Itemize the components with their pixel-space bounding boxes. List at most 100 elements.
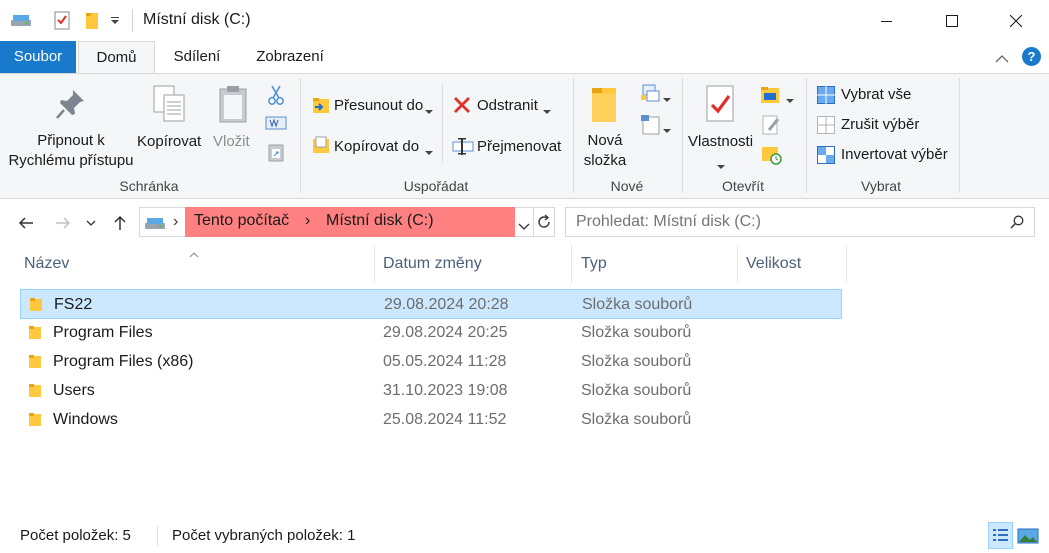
folder-icon xyxy=(28,383,42,398)
window-title: Místní disk (C:) xyxy=(143,11,251,28)
details-view-icon xyxy=(993,529,1008,541)
file-type: Složka souborů xyxy=(581,324,692,341)
breadcrumb-root-separator[interactable]: › xyxy=(173,213,178,231)
close-button[interactable] xyxy=(993,0,1039,41)
select-all-button[interactable]: Vybrat vše xyxy=(841,86,911,103)
paste-shortcut-icon[interactable] xyxy=(268,142,284,166)
new-folder-icon xyxy=(589,84,619,128)
navigation-bar: › Tento počítač › Místní disk (C:) xyxy=(0,199,1049,245)
folder-icon xyxy=(28,354,42,369)
easy-access-icon[interactable] xyxy=(640,114,662,140)
file-row-windows[interactable]: Windows 25.08.2024 11:52 Složka souborů xyxy=(20,405,842,435)
open-dropdown-icon[interactable] xyxy=(786,92,794,109)
cut-icon[interactable] xyxy=(266,84,286,110)
search-box[interactable] xyxy=(565,207,1035,237)
delete-button[interactable]: Odstranit xyxy=(477,97,538,114)
file-date: 05.05.2024 11:28 xyxy=(383,353,507,370)
move-to-icon xyxy=(311,96,331,118)
delete-dropdown-icon[interactable] xyxy=(543,103,551,120)
copy-to-button[interactable]: Kopírovat do xyxy=(334,138,419,155)
properties-check-icon[interactable] xyxy=(53,10,73,30)
new-item-dropdown-icon[interactable] xyxy=(663,91,671,108)
file-row-program-files[interactable]: Program Files 29.08.2024 20:25 Složka so… xyxy=(20,318,842,348)
column-divider[interactable] xyxy=(571,245,572,283)
tab-home[interactable]: Domů xyxy=(78,41,155,74)
drive-icon[interactable] xyxy=(10,10,31,30)
recent-locations-button[interactable] xyxy=(83,212,99,234)
folder-icon xyxy=(29,297,43,312)
minimize-button[interactable] xyxy=(864,0,910,41)
new-folder-icon[interactable] xyxy=(84,10,104,30)
address-dropdown-icon[interactable] xyxy=(518,218,530,235)
paste-button[interactable]: Vložit xyxy=(213,133,250,150)
customize-qat-icon[interactable] xyxy=(109,14,121,34)
copy-path-icon[interactable] xyxy=(265,116,287,134)
drive-icon xyxy=(144,214,166,236)
breadcrumb-local-disk[interactable]: Místní disk (C:) xyxy=(326,212,434,230)
invert-selection-button[interactable]: Invertovat výběr xyxy=(841,146,948,163)
group-separator xyxy=(806,78,807,193)
back-button[interactable] xyxy=(15,212,37,234)
pin-quick-access-button[interactable]: Připnout k Rychlému přístupu xyxy=(4,131,138,171)
column-divider[interactable] xyxy=(374,245,375,283)
ribbon-tabs: Soubor Domů Sdílení Zobrazení ? xyxy=(0,41,1049,74)
rename-button[interactable]: Přejmenovat xyxy=(477,138,561,155)
properties-icon xyxy=(704,84,736,128)
help-icon[interactable]: ? xyxy=(1022,47,1041,66)
refresh-icon[interactable] xyxy=(536,214,552,234)
column-header-name[interactable]: Název xyxy=(20,245,374,283)
column-header-date-modified[interactable]: Datum změny xyxy=(379,245,571,283)
copy-to-icon xyxy=(311,136,331,160)
status-bar: Počet položek: 5 Počet vybraných položek… xyxy=(0,520,1049,553)
breadcrumb-separator[interactable]: › xyxy=(305,212,310,230)
group-label-clipboard: Schránka xyxy=(119,178,179,194)
details-view-button[interactable] xyxy=(988,522,1013,549)
breadcrumb-this-pc[interactable]: Tento počítač xyxy=(194,212,289,230)
tab-share[interactable]: Sdílení xyxy=(160,41,234,73)
copy-to-dropdown-icon[interactable] xyxy=(425,144,433,161)
column-header-type[interactable]: Typ xyxy=(577,245,737,283)
large-icons-view-button[interactable] xyxy=(1017,528,1039,548)
file-row-program-files-x86[interactable]: Program Files (x86) 05.05.2024 11:28 Slo… xyxy=(20,347,842,377)
select-none-icon xyxy=(817,116,835,138)
properties-dropdown-icon[interactable] xyxy=(717,158,725,175)
edit-icon[interactable] xyxy=(761,114,781,140)
move-to-dropdown-icon[interactable] xyxy=(425,103,433,120)
address-divider xyxy=(533,208,534,236)
search-icon[interactable] xyxy=(1010,215,1024,233)
column-header-size[interactable]: Velikost xyxy=(742,245,846,283)
file-row-users[interactable]: Users 31.10.2023 19:08 Složka souborů xyxy=(20,376,842,406)
minimize-icon xyxy=(881,20,892,22)
address-bar[interactable]: › Tento počítač › Místní disk (C:) xyxy=(139,207,555,237)
file-row-fs22[interactable]: FS22 29.08.2024 20:28 Složka souborů xyxy=(20,289,842,319)
status-divider xyxy=(157,526,158,546)
copy-button[interactable]: Kopírovat xyxy=(137,133,201,150)
tab-view[interactable]: Zobrazení xyxy=(242,41,338,73)
file-type: Složka souborů xyxy=(581,382,692,399)
new-folder-label-line2: složka xyxy=(583,152,627,169)
maximize-button[interactable] xyxy=(929,0,975,41)
file-date: 29.08.2024 20:25 xyxy=(383,324,508,341)
pin-label-line1: Připnout k xyxy=(37,132,105,149)
up-button[interactable] xyxy=(109,212,131,234)
easy-access-dropdown-icon[interactable] xyxy=(663,122,671,139)
title-bar: Místní disk (C:) xyxy=(0,0,1049,41)
open-icon[interactable] xyxy=(760,85,782,109)
collapse-ribbon-icon[interactable] xyxy=(995,51,1009,68)
maximize-icon xyxy=(946,14,958,27)
column-divider[interactable] xyxy=(846,245,847,283)
search-input[interactable] xyxy=(576,213,996,231)
column-headers: Název Datum změny Typ Velikost xyxy=(0,245,1049,283)
group-label-select: Vybrat xyxy=(861,178,901,194)
back-arrow-icon xyxy=(18,217,33,229)
history-icon[interactable] xyxy=(761,144,783,170)
new-folder-button[interactable]: Nová složka xyxy=(574,131,636,171)
move-to-button[interactable]: Přesunout do xyxy=(334,97,423,114)
new-item-icon[interactable] xyxy=(640,83,662,109)
tab-file[interactable]: Soubor xyxy=(0,41,76,73)
select-none-button[interactable]: Zrušit výběr xyxy=(841,116,919,133)
column-divider[interactable] xyxy=(737,245,738,283)
select-all-icon xyxy=(817,86,835,108)
forward-button[interactable] xyxy=(52,212,74,234)
properties-button[interactable]: Vlastnosti xyxy=(688,133,753,150)
